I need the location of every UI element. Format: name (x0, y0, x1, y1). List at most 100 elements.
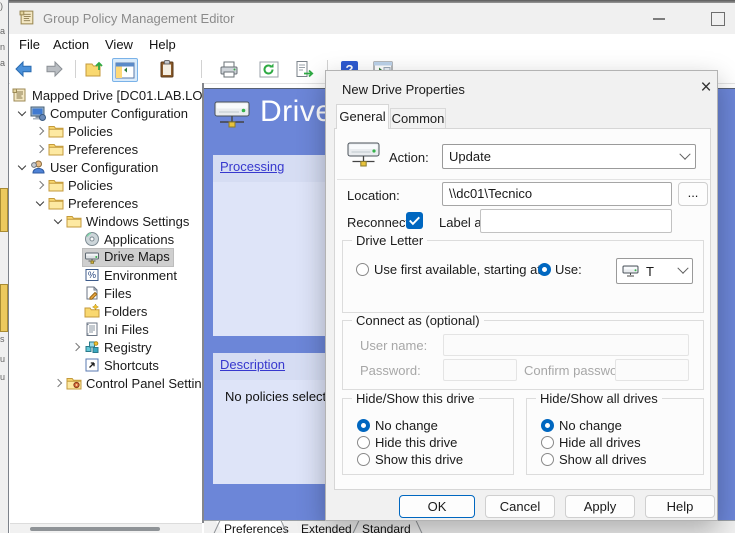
disc-icon (84, 231, 101, 247)
tab-general[interactable]: General (336, 104, 389, 129)
refresh-icon[interactable] (257, 58, 281, 80)
show-this-drive-radio[interactable] (357, 453, 370, 466)
menu-file[interactable]: File (19, 37, 40, 52)
no-change-all-radio[interactable] (541, 419, 554, 432)
folder-icon (48, 177, 65, 193)
no-change-all-label: No change (559, 418, 622, 433)
tree-item-drive-maps[interactable]: Drive Maps (10, 248, 204, 266)
new-drive-properties-dialog: New Drive Properties × General Common Ac… (325, 70, 718, 521)
tab-preferences[interactable]: Preferences (224, 522, 289, 533)
svg-text:%: % (88, 270, 96, 280)
action-value: Update (449, 149, 491, 164)
tree-item-root[interactable]: Mapped Drive [DC01.LAB.LOCA (10, 86, 204, 104)
shortcut-icon (84, 357, 101, 373)
tree-item-files[interactable]: Files (10, 284, 204, 302)
drive-letter-dropdown[interactable]: T (616, 258, 693, 284)
chevron-collapsed-icon[interactable] (50, 375, 66, 391)
apply-button[interactable]: Apply (565, 495, 635, 518)
environment-icon: % (84, 267, 101, 283)
computer-icon (30, 105, 47, 121)
dialog-title: New Drive Properties (342, 82, 465, 97)
drive-small-icon (622, 265, 641, 278)
hide-all-drives-label: Hide all drives (559, 435, 641, 450)
tree-item-folders[interactable]: Folders (10, 302, 204, 320)
menu-view[interactable]: View (105, 37, 133, 52)
chevron-collapsed-icon[interactable] (32, 141, 48, 157)
tree-item-preferences-computer[interactable]: Preferences (10, 140, 204, 158)
tab-standard[interactable]: Standard (362, 522, 411, 533)
drive-properties-icon (345, 139, 383, 170)
chevron-expanded-icon[interactable] (14, 105, 30, 121)
chevron-expanded-icon[interactable] (32, 195, 48, 211)
show-console-tree-icon[interactable] (112, 58, 138, 82)
titlebar[interactable]: Group Policy Management Editor (9, 3, 735, 34)
scrollbar-thumb[interactable] (30, 527, 160, 531)
back-icon[interactable] (12, 58, 36, 80)
tab-extended[interactable]: Extended (301, 522, 352, 533)
tree-item-applications[interactable]: Applications (10, 230, 204, 248)
reconnect-checkbox[interactable] (406, 212, 423, 229)
confirm-password-input (615, 359, 689, 381)
menu-action[interactable]: Action (53, 37, 89, 52)
action-dropdown[interactable]: Update (442, 144, 696, 169)
tree-item-ini-files[interactable]: Ini Files (10, 320, 204, 338)
action-label: Action: (389, 150, 429, 165)
tree-item-preferences-user[interactable]: Preferences (10, 194, 204, 212)
chevron-down-icon (679, 148, 690, 159)
menu-help[interactable]: Help (149, 37, 176, 52)
print-icon[interactable] (217, 58, 241, 80)
show-all-drives-radio[interactable] (541, 453, 554, 466)
location-input[interactable]: \\dc01\Tecnico (442, 182, 672, 206)
show-this-drive-label: Show this drive (375, 452, 463, 467)
minimize-button[interactable] (653, 18, 665, 20)
location-label: Location: (347, 188, 400, 203)
close-icon[interactable]: × (694, 76, 718, 100)
chevron-collapsed-icon[interactable] (68, 339, 84, 355)
hide-show-drive-group-label: Hide/Show this drive (352, 391, 479, 406)
chevron-collapsed-icon[interactable] (32, 123, 48, 139)
description-link[interactable]: Description (220, 357, 285, 372)
tree-item-policies-computer[interactable]: Policies (10, 122, 204, 140)
use-radio[interactable] (538, 263, 551, 276)
drive-icon (84, 249, 101, 265)
no-change-drive-radio[interactable] (357, 419, 370, 432)
up-one-level-icon[interactable] (83, 58, 107, 80)
registry-icon (84, 339, 101, 355)
background-fragment (0, 284, 8, 332)
chevron-expanded-icon[interactable] (50, 213, 66, 229)
maximize-button[interactable] (711, 12, 725, 26)
chevron-down-icon (677, 263, 688, 274)
tree-item-policies-user[interactable]: Policies (10, 176, 204, 194)
use-first-available-radio[interactable] (356, 263, 369, 276)
export-list-icon[interactable] (293, 58, 317, 80)
hide-this-drive-radio[interactable] (357, 436, 370, 449)
processing-link[interactable]: Processing (220, 159, 284, 174)
tree-item-shortcuts[interactable]: Shortcuts (10, 356, 204, 374)
tree-item-computer-configuration[interactable]: Computer Configuration (10, 104, 204, 122)
chevron-expanded-icon[interactable] (14, 159, 30, 175)
tree-item-environment[interactable]: % Environment (10, 266, 204, 284)
ok-button[interactable]: OK (399, 495, 475, 518)
background-window-sliver: ) a n a s u u (0, 0, 8, 533)
tab-common[interactable]: Common (390, 108, 446, 129)
chevron-collapsed-icon[interactable] (32, 177, 48, 193)
tree-item-user-configuration[interactable]: User Configuration (10, 158, 204, 176)
copy-clipboard-icon[interactable] (155, 58, 179, 80)
tree-item-windows-settings[interactable]: Windows Settings (10, 212, 204, 230)
forward-icon[interactable] (42, 58, 66, 80)
tree-horizontal-scrollbar[interactable] (10, 523, 202, 533)
no-change-drive-label: No change (375, 418, 438, 433)
cancel-button[interactable]: Cancel (485, 495, 555, 518)
help-button[interactable]: Help (645, 495, 715, 518)
tab-slant (351, 520, 360, 533)
hide-all-drives-radio[interactable] (541, 436, 554, 449)
tree-item-control-panel-settings[interactable]: Control Panel Setting (10, 374, 204, 392)
label-as-input[interactable] (480, 209, 672, 233)
cpl-folder-icon (66, 375, 83, 391)
hide-show-all-drives-group: Hide/Show all drives No change Hide all … (526, 398, 704, 475)
tree-item-registry[interactable]: Registry (10, 338, 204, 356)
ini-file-icon (84, 321, 101, 337)
browse-button[interactable]: ... (678, 182, 708, 206)
folder-icon (48, 195, 65, 211)
folder-icon (66, 213, 83, 229)
